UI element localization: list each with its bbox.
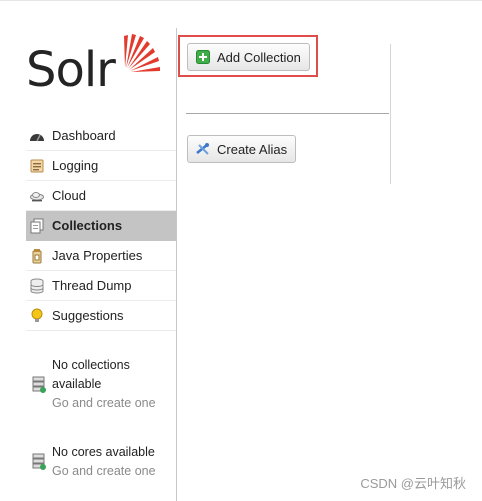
add-icon — [196, 50, 210, 64]
create-alias-button[interactable]: Create Alias — [187, 135, 296, 163]
solr-logo[interactable]: Solr — [26, 30, 161, 102]
sidebar-item-collections[interactable]: Collections — [26, 211, 176, 241]
sidebar-item-label: Dashboard — [52, 128, 116, 143]
sidebar-item-cloud[interactable]: Cloud — [26, 181, 176, 211]
logo-text: Solr — [26, 42, 116, 98]
solr-sun-icon — [124, 34, 160, 72]
java-icon — [32, 248, 42, 263]
logging-icon — [30, 159, 44, 172]
create-alias-label: Create Alias — [217, 141, 288, 157]
add-collection-button[interactable]: Add Collection — [187, 43, 310, 71]
lightbulb-icon — [31, 308, 43, 322]
sidebar-item-label: Cloud — [52, 188, 86, 203]
sidebar-item-dashboard[interactable]: Dashboard — [26, 121, 176, 151]
sidebar-item-logging[interactable]: Logging — [26, 151, 176, 181]
actions-divider — [186, 113, 389, 114]
cloud-icon — [30, 191, 44, 201]
top-divider — [0, 0, 482, 1]
database-add-icon — [32, 376, 46, 393]
sidebar-item-thread-dump[interactable]: Thread Dump — [26, 271, 176, 301]
sidebar-nav: Dashboard Logging Cloud Collections Java… — [26, 121, 176, 331]
watermark: CSDN @云叶知秋 — [360, 476, 466, 491]
collections-status: No collections available Go and create o… — [26, 356, 176, 416]
add-collection-label: Add Collection — [217, 49, 301, 65]
alias-icon — [196, 143, 209, 155]
sidebar-item-label: Suggestions — [52, 308, 124, 323]
create-collection-link[interactable]: Go and create one — [52, 394, 176, 413]
database-add-icon — [32, 453, 46, 470]
dashboard-icon — [30, 133, 44, 141]
create-core-link[interactable]: Go and create one — [52, 462, 176, 481]
collections-status-text: No collections available — [52, 358, 130, 391]
sidebar-item-label: Java Properties — [52, 248, 143, 263]
sidebar-item-label: Thread Dump — [52, 278, 132, 293]
sidebar-item-label: Collections — [52, 218, 123, 233]
sidebar-item-suggestions[interactable]: Suggestions — [26, 301, 176, 331]
cores-status-text: No cores available — [52, 445, 155, 459]
sidebar-item-label: Logging — [52, 158, 99, 173]
sidebar-divider — [176, 28, 177, 501]
content-divider — [390, 44, 391, 184]
thread-dump-icon — [30, 278, 44, 293]
collections-icon — [30, 218, 44, 233]
sidebar-item-java-properties[interactable]: Java Properties — [26, 241, 176, 271]
cores-status: No cores available Go and create one — [26, 443, 176, 483]
